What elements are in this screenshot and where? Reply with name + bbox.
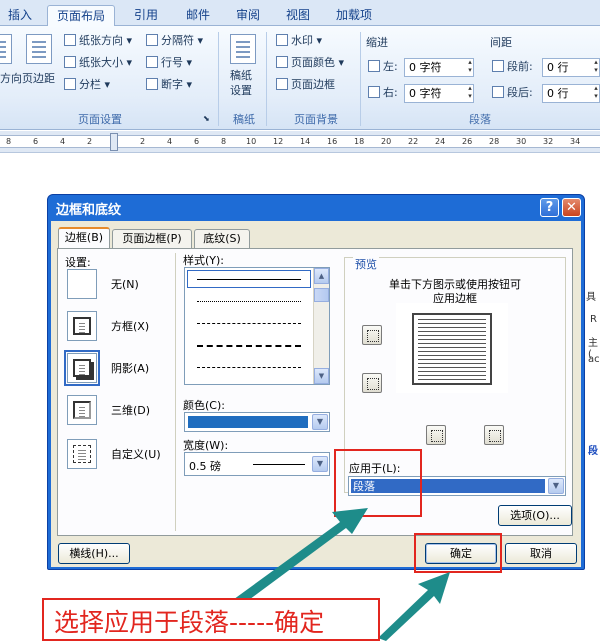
annotation-text: 选择应用于段落-----确定 <box>54 608 325 637</box>
arrow-to-ok-icon <box>378 572 450 641</box>
annotation-callout: 选择应用于段落-----确定 <box>42 598 380 641</box>
arrow-to-apply-icon <box>230 508 368 608</box>
annotation-arrows <box>230 508 450 641</box>
